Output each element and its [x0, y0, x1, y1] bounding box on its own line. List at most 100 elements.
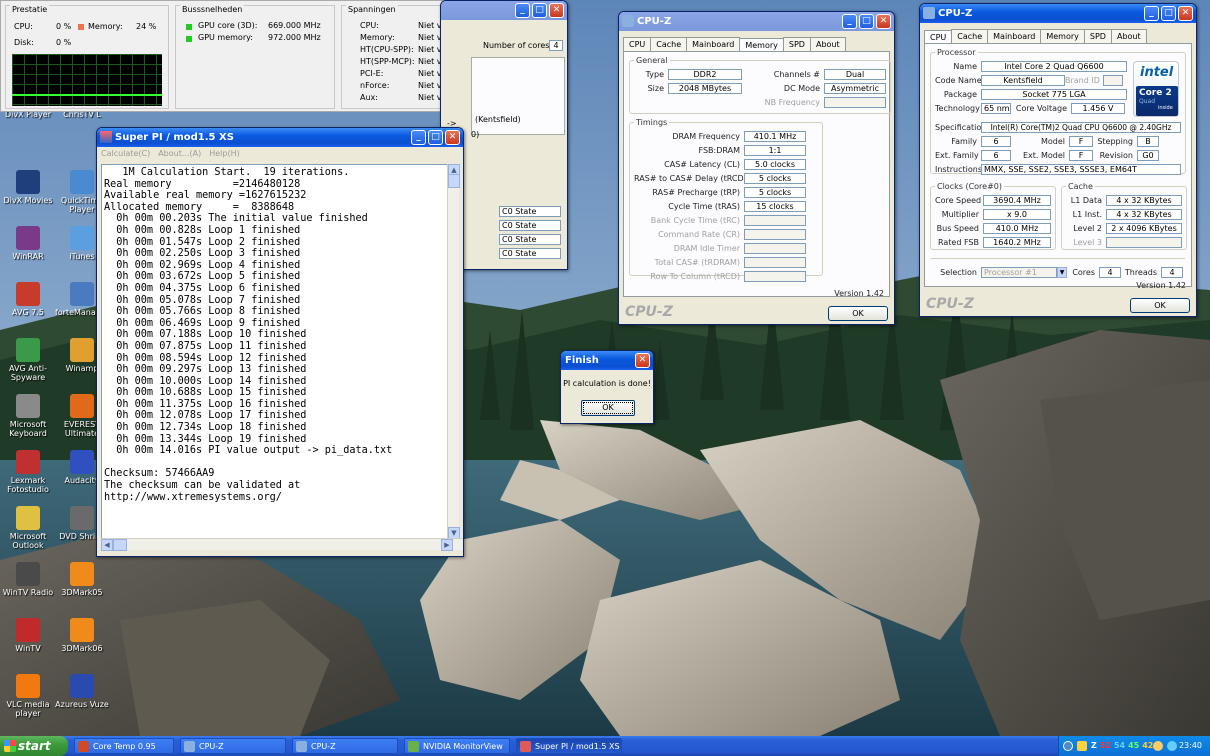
- tab-mainboard[interactable]: Mainboard: [686, 37, 741, 51]
- tray-app-icon[interactable]: [1077, 741, 1087, 751]
- superpi-titlebar[interactable]: Super PI / mod1.5 XS _ □ ✕: [97, 128, 463, 147]
- menu-item[interactable]: Calculate(C): [101, 147, 150, 161]
- tab-cpu[interactable]: CPU: [623, 37, 652, 51]
- desktop-icon[interactable]: WinTV Radio: [0, 562, 56, 597]
- minimize-icon[interactable]: _: [411, 130, 426, 145]
- tray-temp: 42: [1142, 741, 1154, 750]
- superpi-menubar: Calculate(C) About...(A) Help(H): [97, 147, 463, 161]
- close-icon[interactable]: ✕: [876, 14, 891, 29]
- hscroll-thumb[interactable]: [113, 539, 127, 551]
- finish-title: Finish: [565, 355, 599, 366]
- timing-row: Command Rate (CR): [634, 228, 818, 241]
- desktop-icon-label: Winamp: [65, 364, 99, 373]
- desktop-icon[interactable]: WinRAR: [0, 226, 56, 261]
- desktop-icon[interactable]: 3DMark05: [54, 562, 110, 597]
- scroll-left-icon[interactable]: ◀: [101, 539, 113, 551]
- scroll-right-icon[interactable]: ▶: [441, 539, 453, 551]
- menu-item[interactable]: About...(A): [158, 147, 201, 161]
- family-value: 6: [981, 136, 1011, 147]
- cpuz-memory-window[interactable]: CPU-Z _ □ ✕ CPU Cache Mainboard Memory SPD Ab…: [618, 11, 895, 325]
- tab-cache[interactable]: Cache: [951, 29, 989, 43]
- tab-mainboard[interactable]: Mainboard: [987, 29, 1042, 43]
- timing-row: Total CAS# (tRDRAM): [634, 256, 818, 269]
- desktop-icon[interactable]: Azureus Vuze: [54, 674, 110, 709]
- cpuz-cpu-window[interactable]: CPU-Z _ □ ✕ CPU Cache Mainboard Memory SPD Ab…: [919, 3, 1197, 317]
- task-app-icon: [408, 741, 419, 752]
- scroll-thumb[interactable]: [448, 174, 460, 188]
- vertical-scrollbar[interactable]: ▲ ▼: [447, 164, 460, 539]
- minimize-icon[interactable]: _: [842, 14, 857, 29]
- start-button[interactable]: start: [0, 736, 68, 756]
- desktop-icon[interactable]: Microsoft Keyboard: [0, 394, 56, 438]
- maximize-icon[interactable]: □: [532, 3, 547, 18]
- menu-item[interactable]: Help(H): [209, 147, 240, 161]
- desktop-icon[interactable]: AVG Anti-Spyware: [0, 338, 56, 382]
- brandid-value: [1103, 75, 1123, 86]
- messenger-icon[interactable]: [1167, 741, 1177, 751]
- network-icon[interactable]: [1063, 741, 1073, 751]
- desktop-icon[interactable]: Lexmark Fotostudio: [0, 450, 56, 494]
- maximize-icon[interactable]: □: [428, 130, 443, 145]
- maximize-icon[interactable]: □: [859, 14, 874, 29]
- tab-cache[interactable]: Cache: [650, 37, 688, 51]
- processor-group: Processor Name Intel Core 2 Quad Q6600 Co…: [930, 48, 1186, 175]
- tray-temp: 45: [1128, 741, 1140, 750]
- close-icon[interactable]: ✕: [635, 353, 650, 368]
- task-list: Core Temp 0.95 CPU-Z CPU-Z NVIDIA MonitorVi…: [68, 738, 622, 754]
- multiplier-label: Multiplier: [941, 210, 979, 219]
- minimize-icon[interactable]: _: [1144, 6, 1159, 21]
- maximize-icon[interactable]: □: [1161, 6, 1176, 21]
- desktop-icon[interactable]: AVG 7.5: [0, 282, 56, 317]
- close-icon[interactable]: ✕: [1178, 6, 1193, 21]
- spanningen-title: Spanningen: [346, 5, 398, 14]
- ok-button[interactable]: OK: [828, 306, 888, 321]
- chevron-down-icon[interactable]: ▼: [1057, 267, 1067, 278]
- cpuz-memory-tabs: CPU Cache Mainboard Memory SPD About: [619, 31, 894, 52]
- desktop-icon[interactable]: Microsoft Outlook: [0, 506, 56, 550]
- desktop-icon[interactable]: WinTV: [0, 618, 56, 653]
- tab-spd[interactable]: SPD: [1083, 29, 1112, 43]
- tab-spd[interactable]: SPD: [782, 37, 811, 51]
- tab-memory[interactable]: Memory: [1040, 29, 1085, 43]
- desktop-icon-label: WinTV: [15, 644, 41, 653]
- tab-about[interactable]: About: [809, 37, 846, 51]
- desktop-icon[interactable]: DivX Movies: [0, 170, 56, 205]
- l1-data-value: 4 x 32 KBytes: [1106, 195, 1182, 206]
- background-window-titlebar[interactable]: _ □ ✕: [441, 1, 567, 20]
- cpu-value: 0 %: [56, 22, 72, 31]
- cpuz-memory-titlebar[interactable]: CPU-Z _ □ ✕: [619, 12, 894, 31]
- taskbar-button[interactable]: CPU-Z: [292, 738, 398, 754]
- ok-button[interactable]: OK: [1130, 298, 1190, 313]
- timing-row: DRAM Frequency 410.1 MHz: [634, 130, 818, 143]
- close-icon[interactable]: ✕: [549, 3, 564, 18]
- speaker-icon[interactable]: [1153, 741, 1163, 751]
- tab-memory[interactable]: Memory: [739, 38, 784, 52]
- clock[interactable]: 23:40: [1179, 736, 1202, 756]
- core2-badge: Core 2 Quad inside: [1136, 86, 1178, 116]
- ext-family-label: Ext. Family: [935, 151, 979, 160]
- taskbar-button[interactable]: NVIDIA MonitorView: [404, 738, 510, 754]
- app-icon: [70, 338, 94, 362]
- cpuz-cpu-titlebar[interactable]: CPU-Z _ □ ✕: [920, 4, 1196, 23]
- app-icon: [16, 226, 40, 250]
- tab-cpu[interactable]: CPU: [924, 30, 953, 44]
- superpi-output-text[interactable]: 1M Calculation Start. 19 iterations. Rea…: [101, 164, 453, 539]
- finish-ok-button[interactable]: OK: [581, 400, 635, 416]
- processor-select[interactable]: Processor #1: [981, 267, 1057, 278]
- timing-value: 5 clocks: [744, 187, 806, 198]
- clocks-legend: Clocks (Core#0): [937, 182, 1002, 191]
- taskbar-button[interactable]: Super PI / mod1.5 XS: [516, 738, 622, 754]
- taskbar-button[interactable]: Core Temp 0.95: [74, 738, 174, 754]
- finish-titlebar[interactable]: Finish ✕: [561, 351, 653, 370]
- minimize-icon[interactable]: _: [515, 3, 530, 18]
- finish-dialog[interactable]: Finish ✕ PI calculation is done! OK: [560, 350, 654, 424]
- level3-value: [1106, 237, 1182, 248]
- general-legend: General: [636, 56, 668, 65]
- close-icon[interactable]: ✕: [445, 130, 460, 145]
- taskbar-button[interactable]: CPU-Z: [180, 738, 286, 754]
- superpi-window[interactable]: Super PI / mod1.5 XS _ □ ✕ Calculate(C) A…: [96, 127, 464, 557]
- desktop-icon[interactable]: 3DMark06: [54, 618, 110, 653]
- desktop-icon[interactable]: VLC media player: [0, 674, 56, 718]
- horizontal-scrollbar[interactable]: ◀ ▶: [101, 538, 463, 551]
- tab-about[interactable]: About: [1110, 29, 1147, 43]
